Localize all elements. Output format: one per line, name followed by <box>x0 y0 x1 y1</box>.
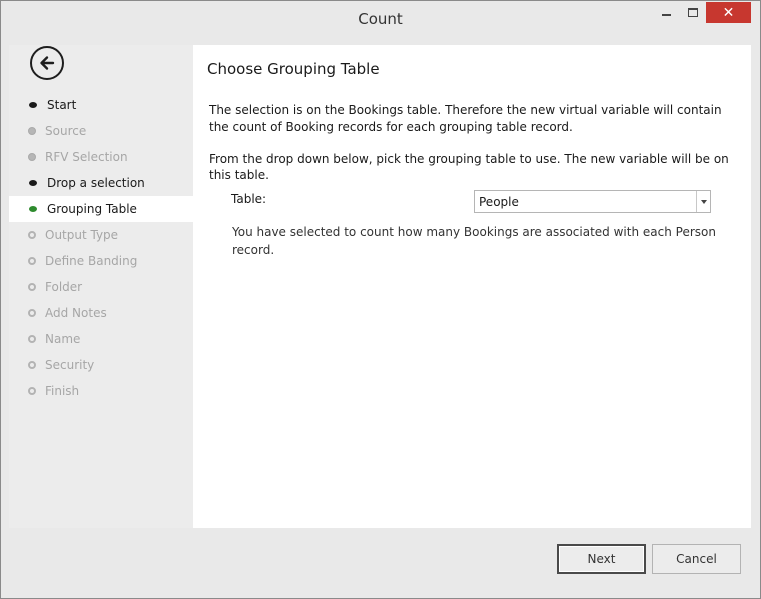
page-title: Choose Grouping Table <box>207 60 380 78</box>
step-label: Grouping Table <box>47 202 137 216</box>
step-label: RFV Selection <box>45 150 128 164</box>
minimize-icon <box>661 13 671 16</box>
step-rfv-selection[interactable]: RFV Selection <box>9 144 193 170</box>
close-icon: ✕ <box>722 4 735 21</box>
table-dropdown[interactable]: People <box>474 190 711 213</box>
step-grouping-table[interactable]: Grouping Table <box>9 196 193 222</box>
window-title: Count <box>358 10 403 28</box>
step-drop-a-selection[interactable]: Drop a selection <box>9 170 193 196</box>
dropdown-arrow[interactable] <box>696 191 710 212</box>
step-todo-marker-icon <box>28 309 36 317</box>
step-label: Source <box>45 124 87 138</box>
wizard-window: Count ✕ Start Source RFV Selection Drop a s… <box>0 0 761 599</box>
step-todo-marker-icon <box>28 387 36 395</box>
step-done-marker-icon <box>29 180 37 186</box>
chevron-down-icon <box>700 199 707 204</box>
step-finish: Finish <box>9 378 193 404</box>
step-output-type: Output Type <box>9 222 193 248</box>
table-label: Table: <box>231 192 267 206</box>
step-folder: Folder <box>9 274 193 300</box>
step-label: Output Type <box>45 228 119 242</box>
cancel-button[interactable]: Cancel <box>652 544 741 574</box>
step-todo-marker-icon <box>28 335 36 343</box>
step-skipped-marker-icon <box>28 127 36 135</box>
instruction-text: From the drop down below, pick the group… <box>209 152 729 182</box>
maximize-icon <box>688 8 698 17</box>
title-bar: Count ✕ <box>1 1 760 34</box>
close-button[interactable]: ✕ <box>706 2 751 23</box>
step-list: Start Source RFV Selection Drop a selection… <box>9 92 193 404</box>
step-security: Security <box>9 352 193 378</box>
back-button[interactable] <box>30 46 64 80</box>
content-panel: Choose Grouping Table The selection is o… <box>193 45 751 528</box>
step-label: Name <box>45 332 81 346</box>
step-done-marker-icon <box>29 102 37 108</box>
step-current-marker-icon <box>29 206 37 212</box>
selection-summary: You have selected to count how many Book… <box>232 225 716 257</box>
step-label: Start <box>47 98 77 112</box>
step-todo-marker-icon <box>28 231 36 239</box>
step-define-banding: Define Banding <box>9 248 193 274</box>
back-arrow-icon <box>40 56 55 70</box>
step-name: Name <box>9 326 193 352</box>
maximize-button[interactable] <box>683 2 703 23</box>
step-todo-marker-icon <box>28 361 36 369</box>
next-button[interactable]: Next <box>557 544 646 574</box>
step-label: Define Banding <box>45 254 138 268</box>
step-label: Folder <box>45 280 83 294</box>
step-source[interactable]: Source <box>9 118 193 144</box>
step-skipped-marker-icon <box>28 153 36 161</box>
step-label: Drop a selection <box>47 176 145 190</box>
step-label: Finish <box>45 384 80 398</box>
step-add-notes: Add Notes <box>9 300 193 326</box>
step-start[interactable]: Start <box>9 92 193 118</box>
table-dropdown-value: People <box>479 195 519 209</box>
minimize-button[interactable] <box>656 2 676 23</box>
selection-description: The selection is on the Bookings table. … <box>209 103 722 134</box>
step-todo-marker-icon <box>28 283 36 291</box>
step-label: Security <box>45 358 95 372</box>
step-label: Add Notes <box>45 306 107 320</box>
step-todo-marker-icon <box>28 257 36 265</box>
wizard-steps-pane: Start Source RFV Selection Drop a selection… <box>9 45 193 528</box>
